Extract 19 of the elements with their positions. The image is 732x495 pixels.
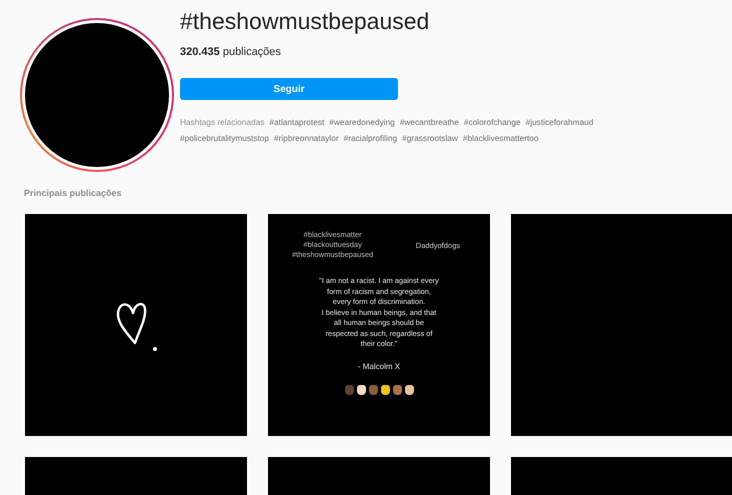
hashtag-link[interactable]: #policebrutalitymuststop xyxy=(180,133,270,143)
post-tile[interactable] xyxy=(268,214,490,436)
hashtag-link[interactable]: #grassrootslaw xyxy=(402,133,458,143)
quote-attribution: - Malcolm X xyxy=(358,362,400,370)
post-tile[interactable] xyxy=(511,214,732,436)
hashtag-link[interactable]: #blacklivesmattertoo xyxy=(462,133,539,143)
follow-button[interactable]: Seguir xyxy=(180,78,398,100)
hashtag-link[interactable]: #wecantbreathe xyxy=(400,117,459,127)
hashtag-link[interactable]: #ripbreonnataylor xyxy=(274,133,339,143)
hashtag-link[interactable]: #colorofchange xyxy=(464,117,521,127)
hashtag-link[interactable]: #atlantaprotest xyxy=(269,117,324,127)
hashtag-title: #theshowmustbepaused xyxy=(180,7,430,36)
section-title: Principais publicações xyxy=(23,187,123,200)
post-tile[interactable] xyxy=(25,214,247,436)
hashtag-link[interactable]: #racialprofiling xyxy=(344,133,398,143)
related-hashtags-label: Hashtags relacionadas xyxy=(180,117,264,127)
hashtag-link[interactable]: #wearedonedying xyxy=(329,117,395,127)
hashtag-link[interactable]: #justiceforahmaud xyxy=(526,117,594,127)
post-count: 320.435 publicações xyxy=(180,46,281,58)
